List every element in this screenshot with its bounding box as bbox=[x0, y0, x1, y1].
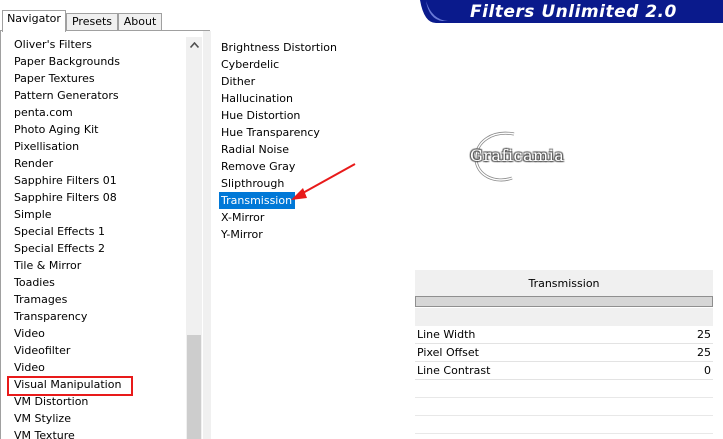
nav-item[interactable]: Transparency bbox=[1, 308, 187, 325]
filter-item[interactable]: Y-Mirror bbox=[219, 226, 266, 243]
param-label: Line Width bbox=[417, 328, 476, 341]
tab-about[interactable]: About bbox=[118, 13, 162, 31]
nav-item[interactable]: Simple bbox=[1, 206, 187, 223]
preview-progress-bar bbox=[415, 296, 713, 307]
red-arrow-icon bbox=[291, 163, 356, 200]
param-spacer bbox=[415, 308, 713, 326]
filter-item[interactable]: Hue Distortion bbox=[219, 107, 303, 124]
param-row-pixel-offset[interactable]: Pixel Offset 25 bbox=[415, 344, 713, 362]
nav-item[interactable]: Special Effects 2 bbox=[1, 240, 187, 257]
filter-list: Brightness Distortion Cyberdelic Dither … bbox=[219, 39, 399, 243]
filter-item[interactable]: Dither bbox=[219, 73, 258, 90]
nav-item[interactable]: Paper Textures bbox=[1, 70, 187, 87]
filter-item[interactable]: Hue Transparency bbox=[219, 124, 323, 141]
navigator-panel: Oliver's Filters Paper Backgrounds Paper… bbox=[0, 31, 203, 439]
nav-item[interactable]: Render bbox=[1, 155, 187, 172]
scroll-up-icon[interactable] bbox=[186, 37, 202, 53]
param-row-empty bbox=[415, 380, 713, 398]
filter-item[interactable]: X-Mirror bbox=[219, 209, 267, 226]
nav-item[interactable]: Oliver's Filters bbox=[1, 36, 187, 53]
nav-item[interactable]: Video bbox=[1, 325, 187, 342]
nav-item[interactable]: Photo Aging Kit bbox=[1, 121, 187, 138]
nav-item[interactable]: Pattern Generators bbox=[1, 87, 187, 104]
param-value[interactable]: 25 bbox=[697, 326, 711, 344]
filter-item-selected[interactable]: Transmission bbox=[219, 192, 296, 209]
param-value[interactable]: 25 bbox=[697, 344, 711, 362]
watermark-text: Graficamia bbox=[470, 146, 565, 165]
nav-item[interactable]: Sapphire Filters 08 bbox=[1, 189, 187, 206]
tab-navigator[interactable]: Navigator bbox=[2, 10, 66, 32]
param-label: Pixel Offset bbox=[417, 346, 479, 359]
navigator-scrollbar[interactable] bbox=[186, 37, 202, 439]
param-row-empty bbox=[415, 398, 713, 416]
nav-item[interactable]: Video bbox=[1, 359, 187, 376]
param-value[interactable]: 0 bbox=[704, 362, 711, 380]
nav-item[interactable]: Pixellisation bbox=[1, 138, 187, 155]
nav-item[interactable]: penta.com bbox=[1, 104, 187, 121]
nav-item[interactable]: Tile & Mirror bbox=[1, 257, 187, 274]
filter-item[interactable]: Brightness Distortion bbox=[219, 39, 340, 56]
nav-item[interactable]: VM Stylize bbox=[1, 410, 187, 427]
parameters-panel: Transmission Line Width 25 Pixel Offset … bbox=[410, 268, 723, 439]
highlight-box bbox=[7, 376, 133, 396]
param-row-line-contrast[interactable]: Line Contrast 0 bbox=[415, 362, 713, 380]
nav-item[interactable]: Videofilter bbox=[1, 342, 187, 359]
nav-item[interactable]: Paper Backgrounds bbox=[1, 53, 187, 70]
param-row-line-width[interactable]: Line Width 25 bbox=[415, 326, 713, 344]
app-title: Filters Unlimited 2.0 bbox=[470, 2, 677, 22]
filter-item[interactable]: Radial Noise bbox=[219, 141, 292, 158]
scrollbar-thumb[interactable] bbox=[187, 335, 201, 439]
filter-item[interactable]: Cyberdelic bbox=[219, 56, 282, 73]
param-label: Line Contrast bbox=[417, 364, 491, 377]
filter-panel: Brightness Distortion Cyberdelic Dither … bbox=[211, 31, 409, 439]
param-row-empty bbox=[415, 416, 713, 434]
nav-item[interactable]: VM Texture bbox=[1, 427, 187, 439]
tab-presets[interactable]: Presets bbox=[66, 13, 118, 31]
panel-splitter bbox=[203, 31, 211, 439]
nav-item[interactable]: Special Effects 1 bbox=[1, 223, 187, 240]
filter-item[interactable]: Slipthrough bbox=[219, 175, 287, 192]
nav-item[interactable]: Toadies bbox=[1, 274, 187, 291]
nav-item[interactable]: Sapphire Filters 01 bbox=[1, 172, 187, 189]
nav-item[interactable]: Tramages bbox=[1, 291, 187, 308]
filter-item[interactable]: Hallucination bbox=[219, 90, 296, 107]
filter-name-label: Transmission bbox=[415, 270, 713, 298]
